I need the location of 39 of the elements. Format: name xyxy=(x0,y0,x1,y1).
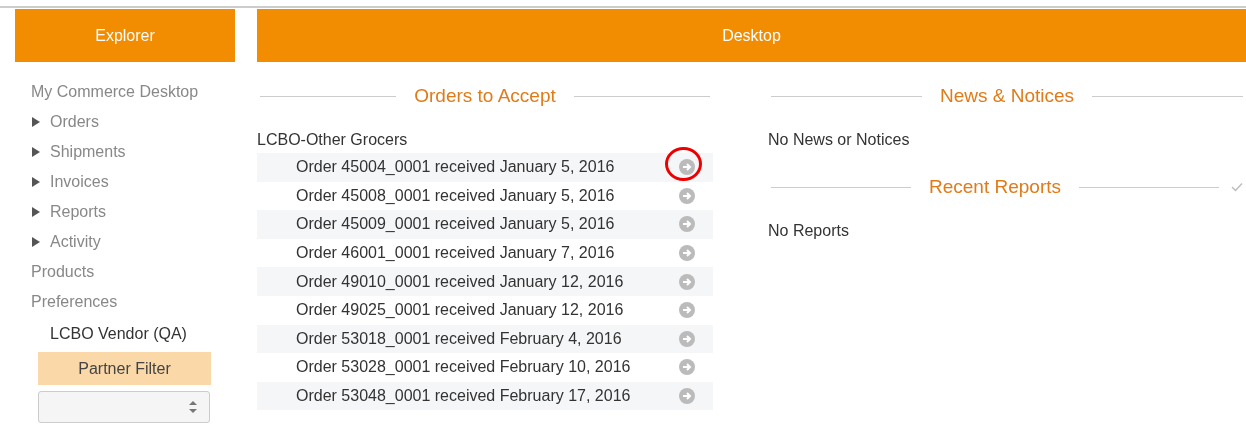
nav-item[interactable]: Activity xyxy=(31,227,101,257)
arrow-circle-icon xyxy=(679,359,695,376)
caret-icon xyxy=(31,206,41,218)
nav-item[interactable]: Invoices xyxy=(31,167,109,197)
caret-icon xyxy=(31,116,41,128)
check-icon xyxy=(1231,182,1243,192)
order-link[interactable]: Order 46001_0001 received January 7, 2016 xyxy=(296,244,669,263)
arrow-circle-icon xyxy=(679,245,695,262)
panel-header: Desktop xyxy=(257,9,1246,62)
order-link[interactable]: Order 45008_0001 received January 5, 2016 xyxy=(296,186,669,205)
panel-header: Explorer xyxy=(15,9,235,62)
arrow-circle-icon xyxy=(679,330,695,347)
vendor-name: LCBO Vendor (QA) xyxy=(50,325,187,343)
nav-item[interactable]: Products xyxy=(31,257,95,287)
empty-message: No News or Notices xyxy=(768,130,910,150)
nav-item[interactable]: Reports xyxy=(31,197,107,227)
partner-filter-label: Partner Filter xyxy=(38,352,211,385)
nav-item[interactable]: My Commerce Desktop xyxy=(31,77,199,107)
caret-icon xyxy=(31,146,41,158)
arrow-circle-icon xyxy=(679,273,695,290)
partner-name: LCBO-Other Grocers xyxy=(257,130,408,150)
section-title: Recent Reports xyxy=(929,176,1061,198)
order-link[interactable]: Order 49025_0001 received January 12, 2016 xyxy=(296,301,669,320)
arrow-circle-icon xyxy=(679,216,695,233)
updown-icon xyxy=(189,401,197,413)
arrow-circle-icon xyxy=(679,388,695,405)
caret-icon xyxy=(31,236,41,248)
order-link[interactable]: Order 53028_0001 received February 10, 2016 xyxy=(296,358,669,377)
caret-icon xyxy=(31,176,41,188)
nav-item[interactable]: Preferences xyxy=(31,287,118,317)
arrow-circle-icon xyxy=(679,302,695,319)
arrow-circle-icon xyxy=(679,187,695,204)
nav-item[interactable]: Orders xyxy=(31,107,99,137)
arrow-circle-icon xyxy=(679,159,695,176)
section-title: News & Notices xyxy=(939,85,1075,107)
section-title: Orders to Accept xyxy=(414,85,556,107)
nav-item[interactable]: Shipments xyxy=(31,137,126,167)
empty-message: No Reports xyxy=(768,221,849,241)
partner-select[interactable] xyxy=(38,391,210,423)
